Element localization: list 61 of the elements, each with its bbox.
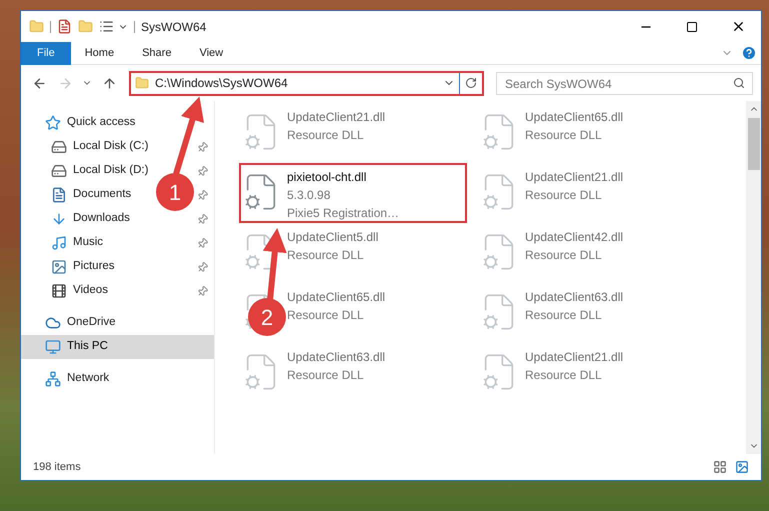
sidebar-item[interactable]: Videos bbox=[73, 282, 108, 300]
sidebar-item[interactable]: Downloads bbox=[73, 210, 130, 228]
scrollbar-thumb[interactable] bbox=[748, 118, 760, 170]
file-name[interactable]: UpdateClient42.dll bbox=[525, 228, 624, 246]
sidebar-item[interactable]: Quick access bbox=[67, 114, 136, 132]
sidebar-item[interactable]: Pictures bbox=[73, 258, 115, 276]
file-detail: Resource DLL bbox=[525, 127, 603, 144]
file-detail: Resource DLL bbox=[287, 367, 365, 384]
file-detail: Resource DLL bbox=[287, 127, 365, 144]
file-name[interactable]: UpdateClient5.dll bbox=[287, 228, 378, 246]
search-field[interactable]: Search SysWOW64 bbox=[496, 72, 753, 95]
file-detail: Resource DLL bbox=[525, 367, 603, 384]
sidebar-item[interactable]: OneDrive bbox=[67, 314, 116, 332]
address-field[interactable]: C:\Windows\SysWOW64 bbox=[129, 70, 484, 96]
file-name[interactable]: UpdateClient21.dll bbox=[525, 168, 624, 186]
ribbon-tab[interactable]: View bbox=[185, 42, 238, 64]
cloud-icon bbox=[45, 315, 61, 331]
ribbon-tab[interactable]: Share bbox=[128, 42, 186, 64]
file-name[interactable]: pixietool-cht.dll bbox=[287, 168, 400, 186]
file-name[interactable]: UpdateClient21.dll bbox=[525, 348, 624, 366]
file-detail: 5.3.0.98 bbox=[287, 187, 332, 204]
file-detail: Resource DLL bbox=[287, 307, 365, 324]
drive-icon bbox=[51, 139, 67, 155]
document-icon bbox=[51, 187, 67, 203]
folder-icon bbox=[135, 76, 149, 90]
sidebar-item[interactable]: Local Disk (D:) bbox=[73, 162, 148, 180]
file-name[interactable]: UpdateClient63.dll bbox=[525, 288, 624, 306]
properties-icon[interactable] bbox=[57, 19, 72, 34]
sidebar-item[interactable]: Network bbox=[67, 370, 110, 388]
music-note-icon bbox=[51, 235, 67, 251]
network-icon bbox=[45, 371, 61, 387]
maximize-icon[interactable] bbox=[686, 20, 698, 32]
sidebar-item[interactable]: This PC bbox=[67, 338, 108, 356]
list-icon[interactable] bbox=[99, 19, 114, 34]
large-icons-view-icon[interactable] bbox=[735, 460, 749, 474]
monitor-icon bbox=[45, 339, 61, 355]
file-menu-tab[interactable]: File bbox=[21, 42, 71, 64]
window-title: SysWOW64 bbox=[141, 18, 206, 36]
file-name[interactable]: UpdateClient63.dll bbox=[287, 348, 386, 366]
refresh-icon[interactable] bbox=[465, 77, 477, 89]
drive-icon bbox=[51, 163, 67, 179]
file-detail: Resource DLL bbox=[287, 247, 365, 264]
sidebar-item[interactable]: Music bbox=[73, 234, 104, 252]
sidebar-item[interactable]: Documents bbox=[73, 186, 132, 204]
file-name[interactable]: UpdateClient65.dll bbox=[525, 108, 624, 126]
help-icon[interactable] bbox=[741, 45, 757, 61]
star-icon bbox=[45, 115, 61, 131]
ribbon-tab[interactable]: Home bbox=[70, 42, 128, 64]
file-detail: Resource DLL bbox=[525, 307, 603, 324]
file-name[interactable]: UpdateClient65.dll bbox=[287, 288, 386, 306]
picture-icon bbox=[51, 259, 67, 275]
details-view-icon[interactable] bbox=[713, 460, 727, 474]
item-count: 198 items bbox=[33, 460, 81, 475]
film-icon bbox=[51, 283, 67, 299]
file-detail: Pixie5 Registration… bbox=[287, 205, 400, 222]
file-detail: Resource DLL bbox=[525, 187, 603, 204]
search-icon[interactable] bbox=[733, 76, 745, 88]
file-name[interactable]: UpdateClient21.dll bbox=[287, 108, 386, 126]
scrollbar[interactable] bbox=[746, 101, 761, 454]
file-detail: Resource DLL bbox=[525, 247, 603, 264]
sidebar-item[interactable]: Local Disk (C:) bbox=[73, 138, 148, 156]
